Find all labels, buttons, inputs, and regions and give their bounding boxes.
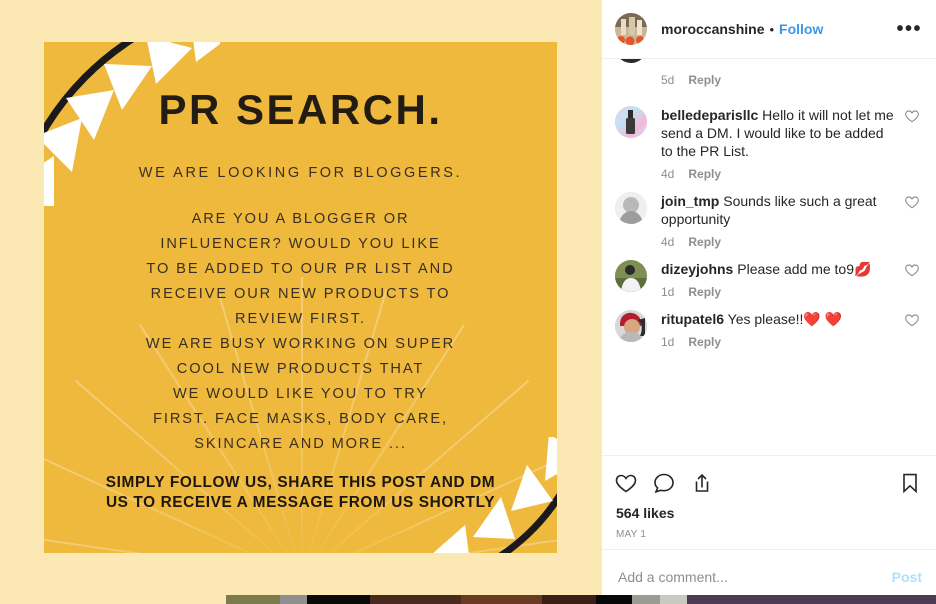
comment-time: 5d — [661, 73, 675, 87]
post-sidebar: moroccanshine • Follow ••• 5d Reply bell… — [601, 0, 936, 604]
comment-meta: 4d Reply — [661, 167, 898, 181]
next-post-segment — [460, 595, 543, 604]
post-date: MAY 1 — [616, 529, 647, 540]
comment-body: ritupatel6 Yes please!!❤️ ❤️ 1d Reply — [661, 310, 898, 349]
comment-item: join_tmp Sounds like such a great opport… — [615, 181, 922, 249]
poster-body-line: INFLUENCER? WOULD YOU LIKE — [160, 236, 441, 252]
poster-body-line: TO BE ADDED TO OUR PR LIST AND — [146, 261, 455, 277]
post-comment-button[interactable]: Post — [892, 569, 922, 585]
comment-message: Please add me to9💋 — [733, 261, 872, 277]
comment-message: Yes please!!❤️ ❤️ — [724, 311, 843, 327]
comment-icon[interactable] — [652, 471, 676, 495]
comment-meta: 1d Reply — [661, 335, 898, 349]
comment-body: belledeparisllc Hello it will not let me… — [661, 106, 898, 181]
poster-cta: SIMPLY FOLLOW US, SHARE THIS POST AND DM… — [106, 473, 495, 513]
poster-cta-line: US TO RECEIVE A MESSAGE FROM US SHORTLY — [105, 494, 496, 511]
comment-like-icon[interactable] — [904, 260, 922, 299]
comments-list[interactable]: 5d Reply belledeparisllc Hello it will no… — [602, 59, 936, 455]
next-post-segment — [225, 595, 281, 604]
poster-body-line: REVIEW FIRST. — [235, 311, 366, 327]
comment-item: belledeparisllc Hello it will not let me… — [615, 95, 922, 181]
commenter-username[interactable]: belledeparisllc — [661, 107, 758, 123]
commenter-avatar[interactable] — [615, 192, 647, 224]
comment-text: belledeparisllc Hello it will not let me… — [661, 106, 898, 160]
comment-time: 1d — [661, 335, 675, 349]
comment-reply-button[interactable]: Reply — [688, 235, 721, 249]
poster-text-block: PR SEARCH. WE ARE LOOKING FOR BLOGGERS. … — [44, 42, 557, 553]
next-post-segment — [596, 595, 633, 604]
comment-time: 4d — [661, 167, 675, 181]
comment-input[interactable] — [618, 569, 892, 585]
instagram-post-view: PR SEARCH. WE ARE LOOKING FOR BLOGGERS. … — [0, 0, 936, 604]
next-post-segment — [686, 595, 936, 604]
comment-text: dizeyjohns Please add me to9💋 — [661, 260, 898, 278]
poster-body-line: COOL NEW PRODUCTS THAT — [176, 361, 425, 377]
commenter-avatar[interactable] — [615, 59, 647, 63]
comment-meta: 4d Reply — [661, 235, 898, 249]
poster-body-line: WE ARE BUSY WORKING ON SUPER — [145, 336, 456, 352]
comment-like-icon[interactable] — [904, 192, 922, 249]
commenter-avatar[interactable] — [615, 310, 647, 342]
poster-title: PR SEARCH. — [158, 86, 443, 133]
comment-text: join_tmp Sounds like such a great opport… — [661, 192, 898, 228]
commenter-avatar[interactable] — [615, 260, 647, 292]
poster-cta-line: SIMPLY FOLLOW US, SHARE THIS POST AND DM — [105, 474, 496, 491]
next-post-segment — [307, 595, 371, 604]
next-post-segment — [280, 595, 308, 604]
poster-body: ARE YOU A BLOGGER OR INFLUENCER? WOULD YO… — [146, 207, 455, 457]
post-media-pane: PR SEARCH. WE ARE LOOKING FOR BLOGGERS. … — [0, 0, 601, 604]
comment-item: ritupatel6 Yes please!!❤️ ❤️ 1d Reply — [615, 299, 922, 349]
like-icon[interactable] — [614, 471, 638, 495]
likes-count[interactable]: 564 likes — [614, 503, 922, 521]
more-options-icon[interactable]: ••• — [896, 19, 922, 39]
poster-body-line: FIRST. FACE MASKS, BODY CARE, — [153, 411, 448, 427]
comment-reply-button[interactable]: Reply — [688, 285, 721, 299]
comment-time: 1d — [661, 285, 675, 299]
poster-body-line: SKINCARE AND MORE ... — [194, 436, 407, 452]
post-header: moroccanshine • Follow ••• — [602, 0, 936, 59]
poster-body-line: RECEIVE OUR NEW PRODUCTS TO — [150, 286, 451, 302]
share-icon[interactable] — [690, 471, 714, 495]
comment-body: dizeyjohns Please add me to9💋 1d Reply — [661, 260, 898, 299]
comment-text: ritupatel6 Yes please!!❤️ ❤️ — [661, 310, 898, 328]
next-post-segment — [632, 595, 660, 604]
poster-body-line: WE WOULD LIKE YOU TO TRY — [172, 386, 429, 402]
comment-item: dizeyjohns Please add me to9💋 1d Reply — [615, 249, 922, 299]
comment-meta: 5d Reply — [661, 73, 721, 95]
post-action-bar: 564 likes MAY 1 — [602, 455, 936, 549]
next-post-sliver — [0, 595, 936, 604]
comment-meta: 1d Reply — [661, 285, 898, 299]
poster-body-line: ARE YOU A BLOGGER OR — [191, 211, 410, 227]
next-post-segment — [370, 595, 461, 604]
commenter-avatar[interactable] — [615, 106, 647, 138]
comment-item-truncated: 5d Reply — [615, 59, 922, 95]
follow-button[interactable]: Follow — [779, 21, 823, 37]
header-separator: • — [769, 21, 775, 37]
next-post-segment — [542, 595, 597, 604]
comment-time: 4d — [661, 235, 675, 249]
comment-like-icon[interactable] — [904, 310, 922, 349]
commenter-username[interactable]: join_tmp — [661, 193, 719, 209]
comment-reply-button[interactable]: Reply — [688, 335, 721, 349]
next-post-segment — [0, 595, 226, 604]
author-username[interactable]: moroccanshine — [661, 21, 764, 37]
bookmark-icon[interactable] — [898, 471, 922, 495]
comment-like-icon[interactable] — [904, 106, 922, 181]
commenter-username[interactable]: dizeyjohns — [661, 261, 733, 277]
author-avatar[interactable] — [615, 13, 647, 45]
poster-subtitle: WE ARE LOOKING FOR BLOGGERS. — [138, 165, 463, 181]
commenter-username[interactable]: ritupatel6 — [661, 311, 724, 327]
next-post-segment — [659, 595, 687, 604]
comment-reply-button[interactable]: Reply — [688, 73, 721, 87]
action-icons-row — [614, 463, 922, 503]
comment-body: join_tmp Sounds like such a great opport… — [661, 192, 898, 249]
post-image[interactable]: PR SEARCH. WE ARE LOOKING FOR BLOGGERS. … — [44, 42, 557, 553]
comment-reply-button[interactable]: Reply — [688, 167, 721, 181]
